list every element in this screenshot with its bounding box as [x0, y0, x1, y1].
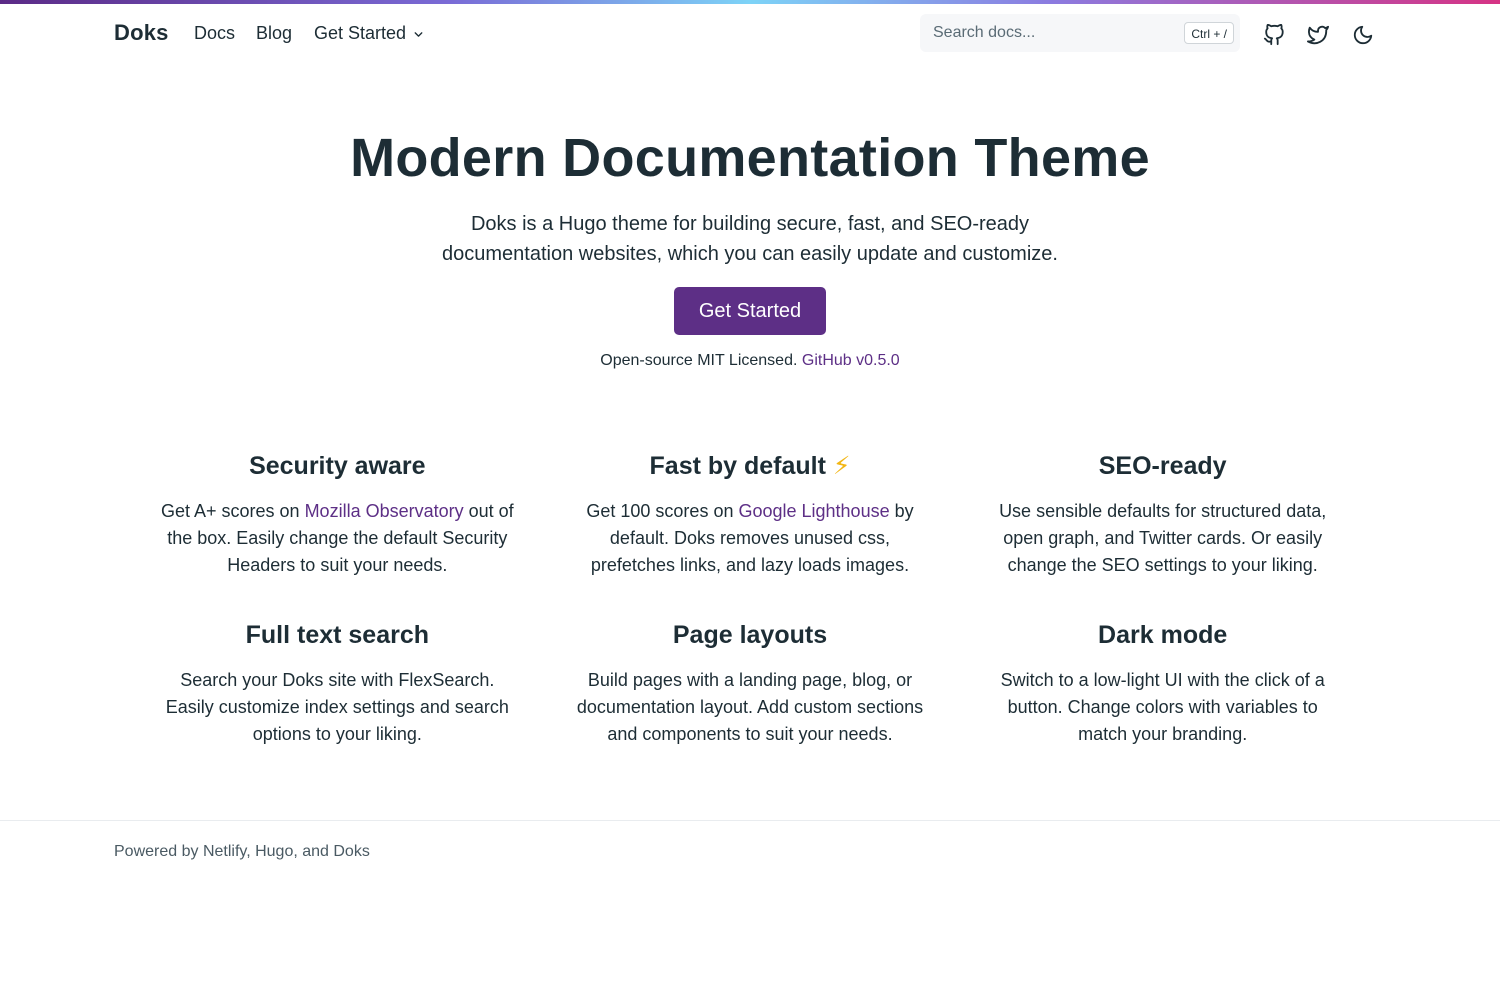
- feature-description: Switch to a low-light UI with the click …: [1000, 670, 1325, 744]
- feature-title: Dark mode: [1098, 621, 1228, 649]
- feature-dark-mode: Dark mode Switch to a low-light UI with …: [956, 615, 1369, 748]
- twitter-link[interactable]: [1306, 23, 1330, 47]
- feature-description: Search your Doks site with FlexSearch. E…: [165, 670, 509, 744]
- feature-search: Full text search Search your Doks site w…: [131, 615, 544, 748]
- moon-icon: [1353, 25, 1373, 45]
- feature-title: SEO-ready: [1098, 452, 1227, 480]
- chevron-down-icon: [414, 32, 423, 37]
- feature-security: Security aware Get A+ scores on Mozilla …: [131, 446, 544, 579]
- feature-description: Get A+ scores on Mozilla Observatory out…: [156, 498, 519, 579]
- feature-title: Security aware: [249, 452, 426, 480]
- nav-link-docs[interactable]: Docs: [194, 23, 235, 44]
- navbar: Doks Docs Blog Get Started Ctrl + /: [0, 4, 1500, 64]
- dark-mode-toggle[interactable]: [1351, 23, 1375, 47]
- brand-logo[interactable]: Doks: [114, 20, 169, 46]
- nav-dropdown-get-started[interactable]: Get Started: [314, 23, 425, 44]
- feature-fast: Fast by default ⚡ Get 100 scores on Goog…: [544, 446, 957, 579]
- search-input[interactable]: [920, 14, 1183, 52]
- nav-dropdown-label: Get Started: [314, 23, 407, 43]
- twitter-icon: [1307, 25, 1329, 45]
- feature-title: Page layouts: [672, 621, 828, 649]
- search-box: Ctrl + /: [920, 14, 1240, 52]
- license-text: Open-source MIT Licensed.: [600, 352, 798, 369]
- hero-title: Modern Documentation Theme: [350, 128, 1150, 188]
- powered-by-text: Powered by Netlify, Hugo, and Doks: [114, 843, 370, 860]
- feature-text: Get 100 scores on: [586, 501, 739, 521]
- nav-link-blog[interactable]: Blog: [256, 23, 292, 44]
- github-link[interactable]: [1262, 23, 1286, 47]
- feature-title: Fast by default ⚡: [569, 446, 932, 486]
- feature-layouts: Page layouts Build pages with a landing …: [544, 615, 957, 748]
- lightning-icon: ⚡: [832, 452, 851, 480]
- google-lighthouse-link[interactable]: Google Lighthouse: [738, 501, 889, 521]
- mozilla-observatory-link[interactable]: Mozilla Observatory: [305, 501, 464, 521]
- license-line: Open-source MIT Licensed. GitHub v0.5.0: [0, 352, 1500, 370]
- github-icon: [1263, 24, 1284, 46]
- feature-title-text: Fast by default: [649, 452, 826, 480]
- feature-description: Build pages with a landing page, blog, o…: [576, 670, 924, 744]
- feature-seo: SEO-ready Use sensible defaults for stru…: [956, 446, 1369, 579]
- hero-section: Modern Documentation Theme Doks is a Hug…: [0, 120, 1500, 386]
- hero-lead: Doks is a Hugo theme for building secure…: [442, 213, 1058, 265]
- get-started-button[interactable]: Get Started: [673, 287, 827, 335]
- github-version-link[interactable]: GitHub v0.5.0: [802, 352, 900, 369]
- feature-title: Full text search: [245, 621, 430, 649]
- footer: Powered by Netlify, Hugo, and Doks: [0, 820, 1500, 860]
- features-grid: Security aware Get A+ scores on Mozilla …: [131, 446, 1369, 748]
- feature-description: Use sensible defaults for structured dat…: [999, 501, 1327, 575]
- feature-text: Get A+ scores on: [160, 501, 305, 521]
- feature-description: Get 100 scores on Google Lighthouse by d…: [569, 498, 932, 579]
- search-shortcut-badge: Ctrl + /: [1184, 22, 1234, 44]
